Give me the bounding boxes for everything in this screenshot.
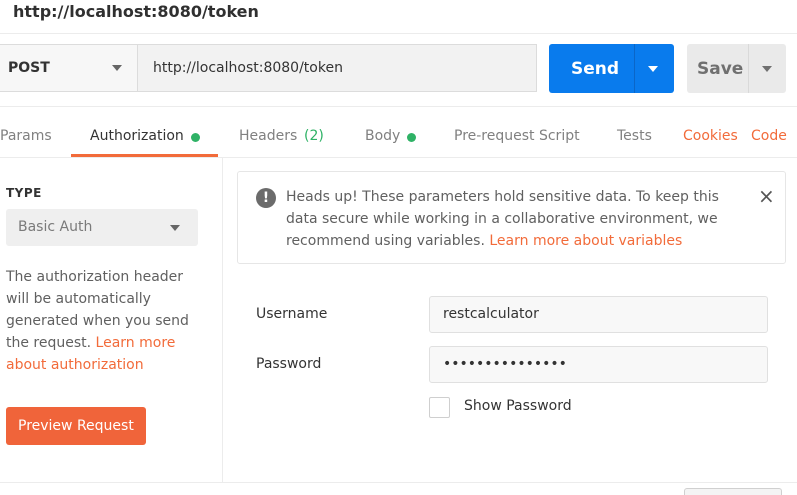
divider	[0, 482, 797, 483]
pane-separator	[222, 158, 223, 483]
send-options-chevron-down-icon[interactable]	[648, 66, 658, 72]
body-status-dot	[407, 133, 416, 142]
username-value: restcalculator	[443, 306, 539, 322]
chevron-down-icon	[170, 225, 180, 231]
method-value: POST	[8, 60, 50, 76]
save-label[interactable]: Save	[697, 59, 743, 79]
window-title: http://localhost:8080/token	[13, 2, 259, 21]
send-label[interactable]: Send	[571, 59, 619, 79]
password-label: Password	[256, 356, 322, 372]
divider	[0, 33, 797, 34]
tab-headers[interactable]: Headers	[239, 128, 297, 144]
notice-message: Heads up! These parameters hold sensitiv…	[286, 186, 726, 252]
preview-request-label[interactable]: Preview Request	[18, 418, 134, 434]
divider	[748, 44, 749, 93]
auth-type-heading: TYPE	[6, 186, 42, 200]
divider	[0, 157, 797, 158]
show-password-label[interactable]: Show Password	[464, 398, 572, 414]
tab-params[interactable]: Params	[0, 128, 52, 144]
chevron-down-icon	[112, 65, 122, 71]
show-password-checkbox[interactable]	[429, 397, 450, 418]
password-value: •••••••••••••••	[443, 356, 567, 372]
tab-pre-request-script[interactable]: Pre-request Script	[454, 128, 580, 144]
divider	[634, 44, 635, 93]
authorization-status-dot	[191, 133, 200, 142]
tab-authorization[interactable]: Authorization	[90, 128, 184, 144]
url-value: http://localhost:8080/token	[153, 60, 343, 76]
tab-body[interactable]: Body	[365, 128, 400, 144]
learn-more-variables-link[interactable]: Learn more about variables	[489, 233, 682, 249]
warning-icon: !	[256, 188, 276, 208]
divider	[0, 106, 797, 107]
auth-type-value: Basic Auth	[18, 219, 93, 235]
tab-tests[interactable]: Tests	[617, 128, 652, 144]
bottom-button[interactable]	[684, 488, 782, 495]
cookies-link[interactable]: Cookies	[683, 128, 738, 144]
username-label: Username	[256, 306, 328, 322]
save-options-chevron-down-icon[interactable]	[762, 66, 772, 72]
close-icon[interactable]: ×	[758, 186, 775, 206]
auth-description: The authorization header will be automat…	[6, 266, 206, 376]
code-link[interactable]: Code	[751, 128, 787, 144]
headers-count: (2)	[304, 128, 324, 144]
